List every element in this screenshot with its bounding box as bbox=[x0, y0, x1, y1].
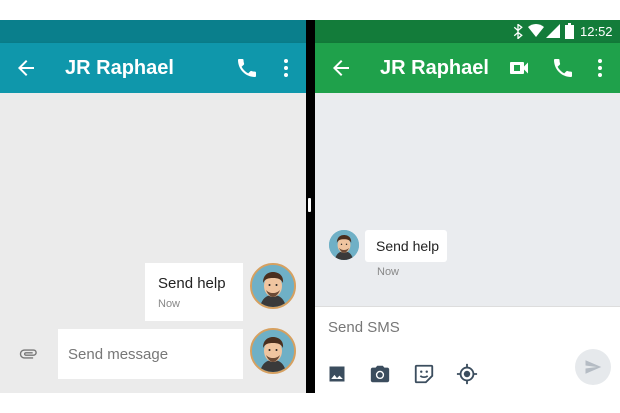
left-app-bar: JR Raphael bbox=[0, 43, 306, 93]
message-input[interactable]: Send message bbox=[58, 329, 243, 379]
sticker-icon[interactable] bbox=[413, 363, 435, 385]
sms-input[interactable]: Send SMS bbox=[328, 319, 528, 341]
send-button[interactable] bbox=[575, 349, 611, 385]
right-conversation: Send help Now bbox=[315, 93, 620, 306]
send-icon bbox=[584, 358, 602, 376]
status-time: 12:52 bbox=[580, 24, 613, 39]
back-arrow-icon[interactable] bbox=[329, 56, 353, 80]
signal-icon bbox=[546, 24, 560, 38]
message-text: Send help bbox=[158, 275, 226, 292]
right-app-bar: JR Raphael bbox=[315, 43, 620, 93]
message-bubble[interactable]: Send help Now bbox=[145, 263, 243, 321]
more-vert-icon[interactable] bbox=[274, 56, 298, 80]
bluetooth-icon bbox=[512, 24, 524, 39]
status-bar: 12:52 bbox=[315, 20, 620, 43]
message-timestamp: Now bbox=[377, 266, 400, 278]
attach-icon[interactable] bbox=[18, 343, 40, 365]
location-icon[interactable] bbox=[456, 363, 478, 385]
battery-icon bbox=[565, 23, 574, 39]
message-bubble[interactable]: Send help bbox=[365, 230, 447, 262]
more-vert-icon[interactable] bbox=[588, 56, 612, 80]
message-input-placeholder: Send message bbox=[68, 346, 169, 363]
left-status-bar bbox=[0, 20, 306, 43]
compose-area: Send SMS bbox=[315, 306, 620, 394]
phone-icon[interactable] bbox=[551, 56, 575, 80]
camera-icon[interactable] bbox=[369, 363, 391, 385]
back-arrow-icon[interactable] bbox=[14, 56, 38, 80]
video-call-icon[interactable] bbox=[507, 56, 531, 80]
image-icon[interactable] bbox=[327, 364, 347, 384]
avatar bbox=[329, 230, 359, 260]
contact-title: JR Raphael bbox=[65, 57, 174, 79]
self-avatar bbox=[250, 328, 296, 374]
message-timestamp: Now bbox=[158, 298, 181, 310]
contact-title: JR Raphael bbox=[380, 57, 489, 79]
divider-handle[interactable] bbox=[308, 198, 311, 212]
wifi-icon bbox=[528, 24, 544, 38]
left-conversation: Send help Now Send message bbox=[0, 93, 306, 393]
message-text: Send help bbox=[376, 238, 440, 254]
phone-icon[interactable] bbox=[235, 56, 259, 80]
avatar bbox=[250, 263, 296, 309]
